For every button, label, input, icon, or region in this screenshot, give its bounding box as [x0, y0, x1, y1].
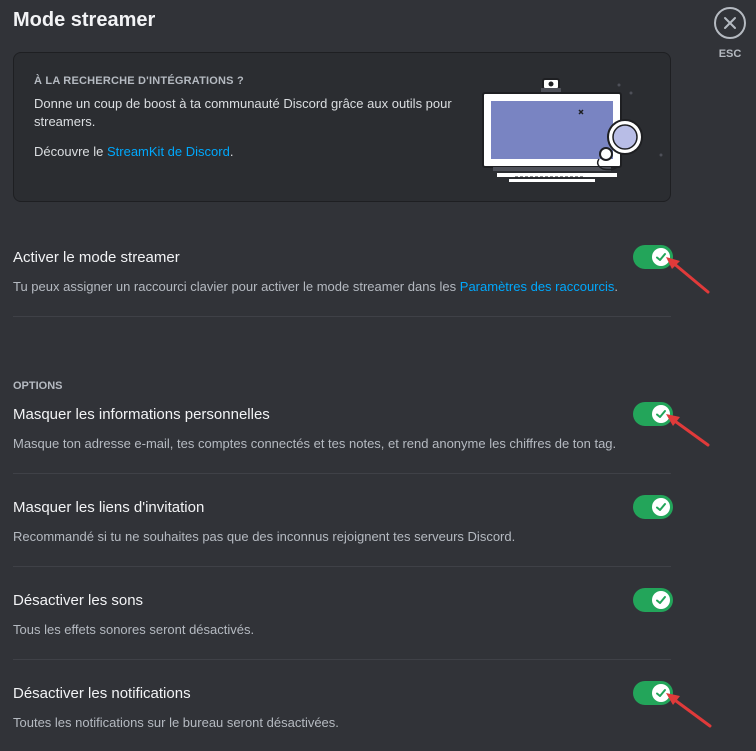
- option-divider: [13, 473, 671, 474]
- option-desc: Recommandé si tu ne souhaites pas que de…: [13, 529, 516, 544]
- page-title: Mode streamer: [13, 9, 156, 31]
- shortcut-settings-link[interactable]: Paramètres des raccourcis: [460, 279, 615, 294]
- close-area: ESC: [712, 7, 748, 60]
- option-desc: Tous les effets sonores seront désactivé…: [13, 622, 255, 637]
- close-icon: [724, 17, 736, 29]
- streamer-mode-title: Activer le mode streamer: [13, 249, 180, 266]
- promo-link-line: Découvre le StreamKit de Discord.: [34, 144, 233, 159]
- option-title: Masquer les informations personnelles: [13, 406, 270, 423]
- promo-link-prefix: Découvre le: [34, 144, 107, 159]
- streamkit-promo-card: À LA RECHERCHE D'INTÉGRATIONS ? Donne un…: [13, 52, 671, 202]
- toggle-knob: [652, 498, 670, 516]
- option-title: Désactiver les notifications: [13, 685, 191, 702]
- streamer-mode-desc: Tu peux assigner un raccourci clavier po…: [13, 279, 618, 294]
- streamer-mode-desc-suffix: .: [614, 279, 619, 294]
- annotation-arrow-icon: [666, 693, 712, 728]
- streamer-mode-desc-text: Tu peux assigner un raccourci clavier po…: [13, 279, 460, 294]
- check-icon: [656, 503, 666, 511]
- close-button[interactable]: [714, 7, 746, 39]
- option-title: Masquer les liens d'invitation: [13, 499, 205, 516]
- esc-label: ESC: [718, 48, 742, 60]
- streamkit-link[interactable]: StreamKit de Discord: [107, 144, 230, 159]
- disable-sounds-toggle[interactable]: [633, 588, 673, 612]
- toggle-knob: [652, 591, 670, 609]
- promo-heading: À LA RECHERCHE D'INTÉGRATIONS ?: [34, 75, 244, 87]
- option-desc: Masque ton adresse e-mail, tes comptes c…: [13, 436, 617, 451]
- option-title: Désactiver les sons: [13, 592, 144, 609]
- hide-invite-links-toggle[interactable]: [633, 495, 673, 519]
- options-section-label: OPTIONS: [13, 380, 63, 392]
- option-divider: [13, 566, 671, 567]
- section-divider: [13, 316, 671, 317]
- annotation-arrow-icon: [666, 257, 710, 294]
- promo-link-suffix: .: [229, 144, 234, 159]
- monitor-illustration-icon: [482, 78, 663, 182]
- promo-text: Donne un coup de boost à ta communauté D…: [34, 96, 452, 129]
- annotation-arrow-icon: [666, 414, 710, 447]
- check-icon: [656, 596, 666, 604]
- option-desc: Toutes les notifications sur le bureau s…: [13, 715, 339, 730]
- option-divider: [13, 659, 671, 660]
